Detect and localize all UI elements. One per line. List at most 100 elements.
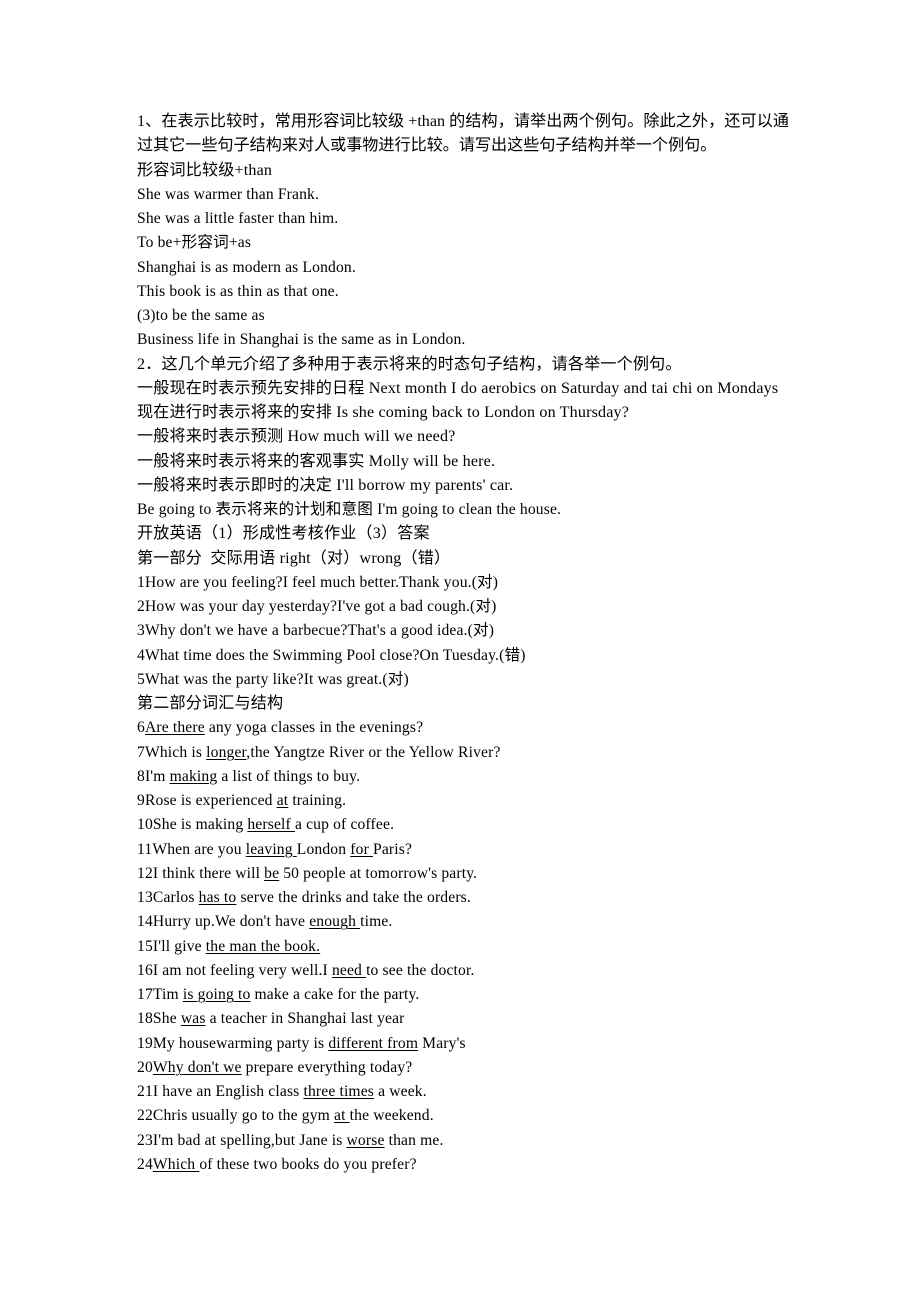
item-text: ,the Yangtze River or the Yellow River?	[246, 743, 501, 761]
grammar-answer-line: 一般将来时表示预测 How much will we need?	[137, 428, 456, 446]
answer-underlined: at	[276, 792, 289, 809]
item-number: 17	[137, 986, 153, 1003]
item-text: Rose is experienced	[144, 792, 277, 809]
item-number: 20	[137, 1058, 153, 1076]
answer-underlined: at	[334, 1107, 350, 1125]
item-text: Chris usually go to the gym	[152, 1107, 334, 1125]
item-text: Tim	[152, 986, 183, 1003]
grammar-answer-line: 一般将来时表示即时的决定 I'll borrow my parents' car…	[137, 476, 514, 494]
item-text: She	[152, 1010, 181, 1028]
answer-underlined: Why don't we	[152, 1058, 242, 1076]
answer-underlined: the man the book.	[205, 937, 321, 955]
document-page: 1、在表示比较时，常用形容词比较级 +than 的结构，请举出两个例句。除此之外…	[0, 0, 920, 1302]
item-text: a list of things to buy.	[217, 767, 361, 785]
item-text: of these two books do you prefer?	[199, 1155, 417, 1173]
grammar-answer-line: (3)to be the same as	[137, 307, 265, 324]
item-text: London	[296, 840, 351, 858]
item-text: I have an English class	[152, 1083, 304, 1100]
part-two-item: 7Which is longer,the Yangtze River or th…	[137, 741, 789, 765]
item-text: She is making	[152, 816, 248, 834]
assignment-heading: 开放英语（1）形成性考核作业（3）答案	[137, 525, 430, 543]
item-number: 9	[137, 792, 145, 809]
item-text: Hurry up.We don't have	[152, 913, 310, 931]
answer-underlined: longer	[206, 743, 247, 761]
part-two-item: 16I am not feeling very well.I need to s…	[137, 959, 789, 983]
part-two-item: 8I'm making a list of things to buy.	[137, 765, 789, 789]
part-two-item: 15I'll give the man the book.	[137, 935, 789, 959]
part-two-item: 21I have an English class three times a …	[137, 1080, 789, 1104]
answer-underlined: for	[350, 840, 373, 858]
answer-underlined: need	[331, 961, 367, 979]
grammar-answer-line: 形容词比较级+than	[137, 161, 273, 179]
part-one-item: 3Why don't we have a barbecue?That's a g…	[137, 622, 495, 640]
item-text: I'll give	[152, 937, 206, 955]
item-number: 19	[137, 1034, 153, 1052]
item-text: My housewarming party is	[152, 1034, 329, 1052]
item-text: I think there will	[152, 864, 265, 882]
item-text: training.	[288, 792, 347, 809]
item-number: 15	[137, 937, 153, 955]
part-two-item: 11When are you leaving London for Paris?	[137, 838, 789, 862]
part-two-item: 13Carlos has to serve the drinks and tak…	[137, 886, 789, 910]
item-text: Mary's	[418, 1034, 466, 1052]
answer-underlined: has to	[198, 889, 237, 906]
grammar-answer-line: 现在进行时表示将来的安排 Is she coming back to Londo…	[137, 404, 630, 421]
part-two-item: 12I think there will be 50 people at tom…	[137, 862, 789, 886]
answer-underlined: enough	[309, 913, 361, 931]
item-number: 11	[137, 840, 153, 858]
item-text: prepare everything today?	[241, 1058, 413, 1076]
part-two-item: 6Are there any yoga classes in the eveni…	[137, 716, 789, 740]
item-text: than me.	[384, 1131, 444, 1149]
item-text: When are you	[152, 840, 246, 858]
answer-underlined: three times	[303, 1083, 375, 1100]
item-number: 16	[137, 961, 153, 979]
part-two-item: 9Rose is experienced at training.	[137, 789, 789, 813]
part-two-item: 10She is making herself a cup of coffee.	[137, 813, 789, 837]
item-number: 22	[137, 1107, 153, 1125]
item-number: 13	[137, 889, 153, 906]
grammar-answer-line: She was warmer than Frank.	[137, 185, 320, 203]
part-two-item: 18She was a teacher in Shanghai last yea…	[137, 1007, 789, 1031]
item-number: 8	[137, 767, 145, 785]
item-number: 14	[137, 913, 153, 931]
part-two-item: 14Hurry up.We don't have enough time.	[137, 910, 789, 934]
grammar-answer-line: Be going to 表示将来的计划和意图 I'm going to clea…	[137, 501, 562, 518]
grammar-answer-line: This book is as thin as that one.	[137, 282, 339, 300]
item-number: 10	[137, 816, 153, 834]
answer-underlined: was	[180, 1010, 206, 1028]
item-text: Which is	[144, 743, 207, 761]
grammar-question-2: 2．这几个单元介绍了多种用于表示将来的时态句子结构，请各举一个例句。	[137, 355, 682, 373]
item-text: I'm bad at spelling,but Jane is	[152, 1131, 347, 1149]
part-one-item: 2How was your day yesterday?I've got a b…	[137, 598, 497, 615]
answer-underlined: different from	[328, 1034, 419, 1052]
item-text: time.	[360, 913, 393, 931]
answer-underlined: worse	[346, 1131, 385, 1149]
document-body: 1、在表示比较时，常用形容词比较级 +than 的结构，请举出两个例句。除此之外…	[137, 110, 789, 1177]
answer-underlined: herself	[247, 816, 295, 834]
part-one-heading: 第一部分 交际用语 right（对）wrong（错）	[137, 549, 451, 567]
answer-underlined: be	[264, 864, 280, 882]
item-text: a week.	[374, 1083, 427, 1100]
item-text: a teacher in Shanghai last year	[205, 1010, 405, 1028]
item-text: serve the drinks and take the orders.	[236, 889, 471, 906]
item-text: I'm	[144, 767, 170, 785]
grammar-answer-line: Shanghai is as modern as London.	[137, 258, 356, 276]
item-text: Paris?	[373, 840, 413, 858]
part-two-heading: 第二部分词汇与结构	[137, 695, 284, 712]
part-two-item: 23I'm bad at spelling,but Jane is worse …	[137, 1129, 789, 1153]
answer-underlined: making	[169, 767, 218, 785]
part-two-item: 22Chris usually go to the gym at the wee…	[137, 1104, 789, 1128]
item-number: 23	[137, 1131, 153, 1149]
part-one-item: 1How are you feeling?I feel much better.…	[137, 573, 499, 591]
item-text: to see the doctor.	[366, 961, 475, 979]
part-one-item: 4What time does the Swimming Pool close?…	[137, 646, 526, 664]
grammar-answer-line: Business life in Shanghai is the same as…	[137, 331, 466, 349]
answer-underlined: Which	[152, 1155, 200, 1173]
item-text: a cup of coffee.	[294, 816, 395, 834]
part-two-item: 17Tim is going to make a cake for the pa…	[137, 983, 789, 1007]
grammar-answer-line: To be+形容词+as	[137, 234, 252, 252]
item-number: 18	[137, 1010, 153, 1028]
answer-underlined: is going to	[182, 986, 251, 1003]
part-two-item: 20Why don't we prepare everything today?	[137, 1056, 789, 1080]
grammar-answer-line: 一般现在时表示预先安排的日程 Next month I do aerobics …	[137, 379, 779, 397]
